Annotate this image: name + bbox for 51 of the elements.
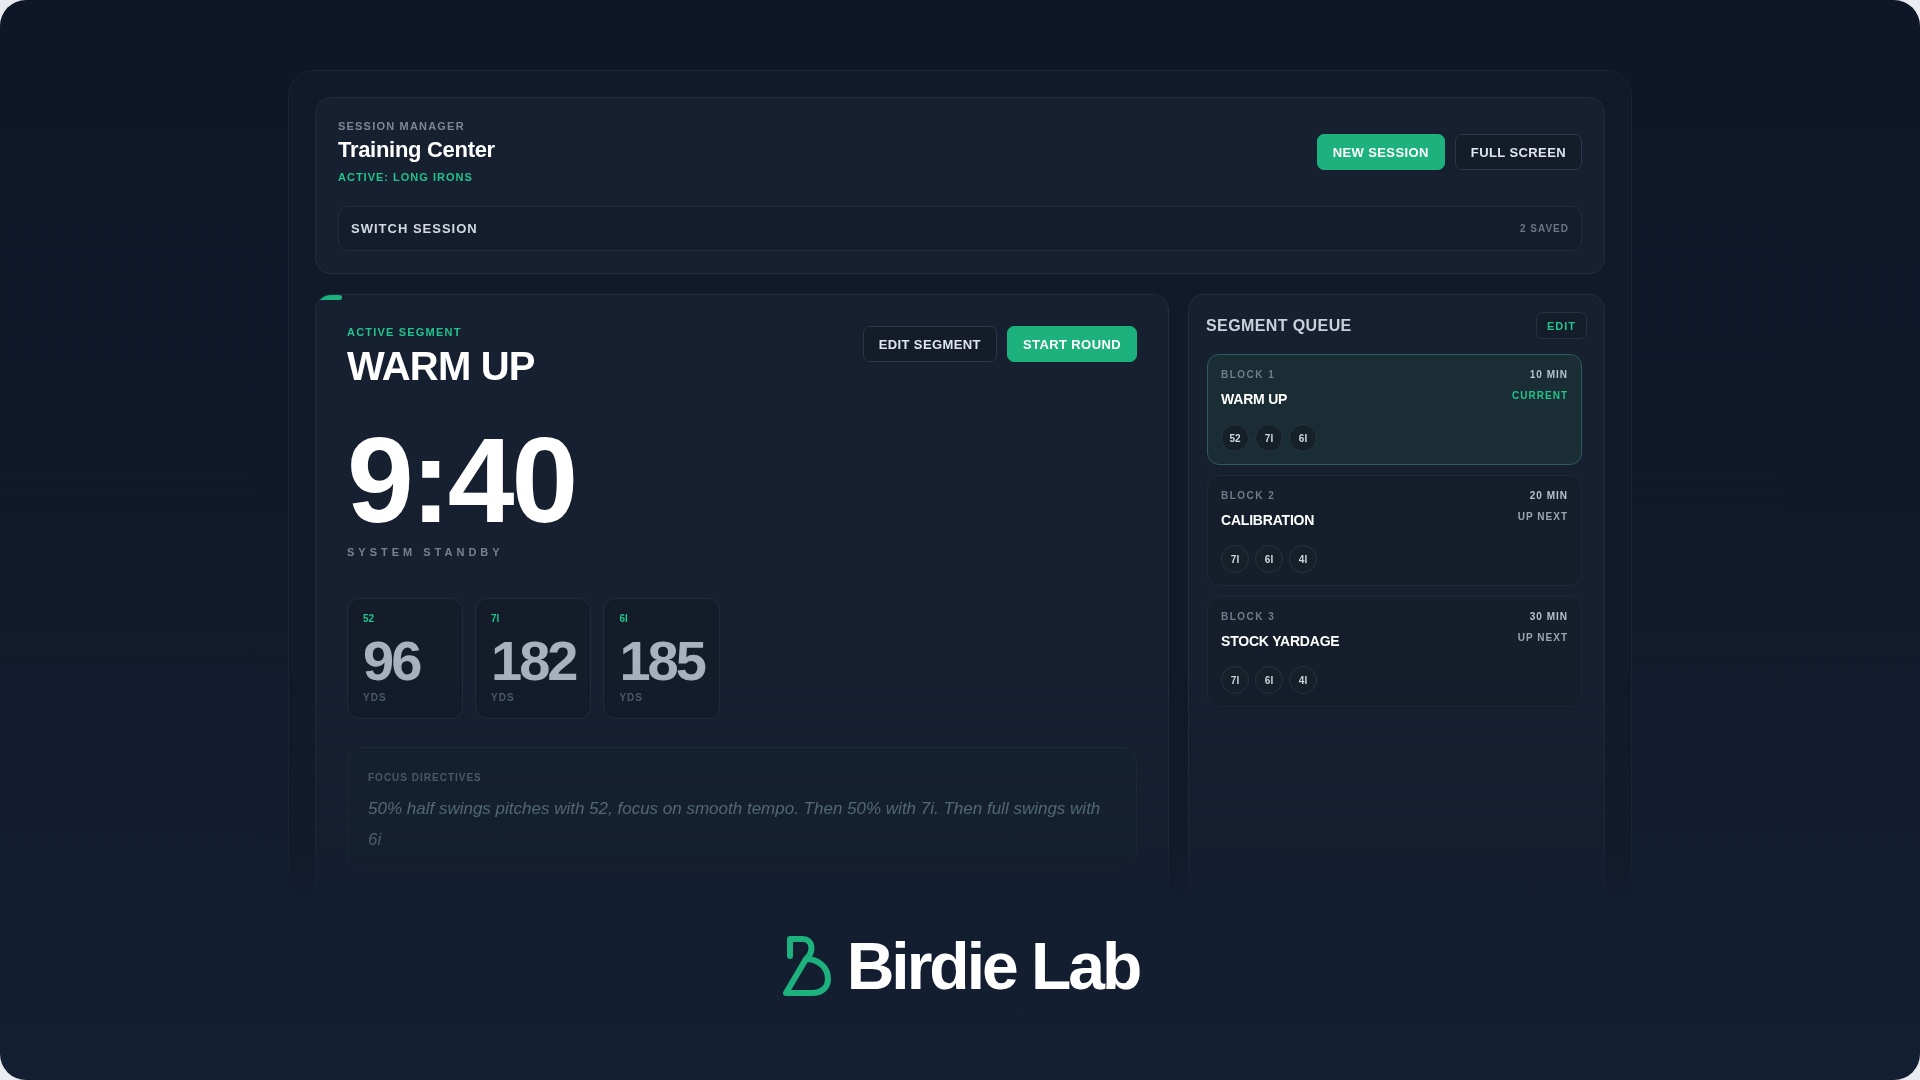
duration-label: 30 MIN [1529,611,1568,623]
segment-status: UP NEXT [1517,511,1568,523]
full-screen-button[interactable]: FULL SCREEN [1454,134,1582,170]
club-chip: 6I [1289,424,1317,452]
saved-count: 2 SAVED [1519,223,1569,234]
brand-name: Birdie Lab [846,934,1140,998]
yardage-value: 96 [363,633,420,689]
segment-name: CALIBRATION [1221,511,1315,529]
block-label: BLOCK 1 [1221,369,1276,381]
yardage-value: 182 [491,633,576,689]
queue-item[interactable]: BLOCK 1 10 MIN WARM UP CURRENT 52 7I 6I [1207,354,1582,465]
club-label: 7I [491,613,500,625]
system-status: SYSTEM STANDBY [347,545,504,559]
selector-label: SWITCH SESSION [351,221,478,236]
club-chip: 4I [1289,666,1317,694]
segment-status: CURRENT [1512,390,1568,402]
club-chip: 4I [1289,545,1317,573]
block-label: BLOCK 3 [1221,611,1276,623]
club-label: 6I [619,613,628,625]
focus-label: FOCUS DIRECTIVES [368,772,483,784]
session-title: Training Center [338,137,495,163]
unit-label: YDS [619,692,643,704]
queue-item[interactable]: BLOCK 3 30 MIN STOCK YARDAGE UP NEXT 7I 6I 4I [1207,596,1582,707]
queue-title: SEGMENT QUEUE [1206,316,1352,335]
edit-segment-button[interactable]: EDIT SEGMENT [862,326,997,362]
club-chip: 52 [1221,424,1249,452]
countdown-timer: 9:40 [347,420,576,540]
segment-name: STOCK YARDAGE [1221,632,1340,650]
session-selector[interactable]: SWITCH SESSION 2 SAVED [338,206,1582,251]
segment-status: UP NEXT [1517,632,1568,644]
duration-label: 20 MIN [1529,490,1568,502]
yardage-value: 185 [619,633,704,689]
segment-title: WARM UP [347,344,535,388]
club-chip: 6I [1255,666,1283,694]
active-session-label: ACTIVE: LONG IRONS [338,171,473,184]
club-chip: 6I [1255,545,1283,573]
section-label: ACTIVE SEGMENT [347,326,462,339]
unit-label: YDS [491,692,515,704]
club-chip: 7I [1221,545,1249,573]
club-chip: 7I [1255,424,1283,452]
unit-label: YDS [363,692,387,704]
logo-icon [780,934,833,998]
club-chip: 7I [1221,666,1249,694]
edit-button[interactable]: EDIT [1535,312,1587,339]
duration-label: 10 MIN [1529,369,1568,381]
queue-item[interactable]: BLOCK 2 20 MIN CALIBRATION UP NEXT 7I 6I 4I [1207,475,1582,586]
block-label: BLOCK 2 [1221,490,1276,502]
section-label: SESSION MANAGER [338,120,465,133]
segment-name: WARM UP [1221,390,1288,408]
club-label: 52 [363,613,375,625]
focus-text: 50% half swings pitches with 52, focus on smooth tempo. Then 50% with 7i. Then full swings with 6i [368,798,1102,851]
